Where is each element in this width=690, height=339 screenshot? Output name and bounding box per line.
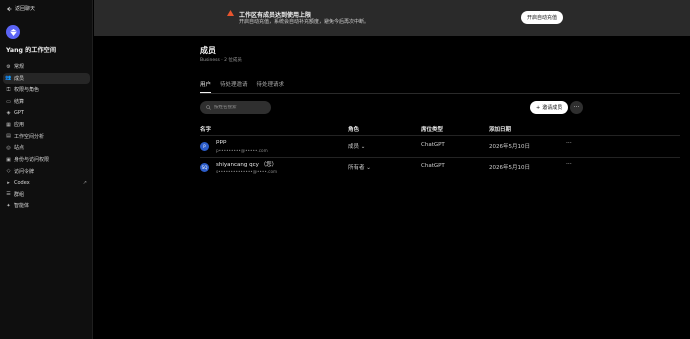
avatar: P [200,142,209,151]
sidebar-item-label: GPT [14,110,24,117]
header-date[interactable]: 添加日期 [489,125,511,133]
tab-pending-invites[interactable]: 待处理邀请 [220,80,248,93]
sidebar-item-label: 访问令牌 [14,168,35,175]
sidebar-item-agent[interactable]: ✦ 智能体 [0,200,93,212]
row-more-button[interactable]: ··· [566,140,572,147]
row-more-button[interactable]: ··· [566,161,572,168]
users-icon: 👥 [5,75,12,82]
sidebar-item-terminal[interactable]: ▸ Codex ↗ [0,177,93,189]
sidebar-item-label: 智能体 [14,203,30,210]
role-dropdown[interactable]: 所有者 ⌄ [348,163,371,171]
sidebar-item-label: Codex [14,179,30,186]
back-label: 返回聊天 [15,6,36,12]
tab-pending-requests[interactable]: 待处理请求 [257,80,285,93]
role-label: 成员 [348,144,360,150]
role-dropdown[interactable]: 成员 ⌄ [348,142,365,150]
cube-icon: ◈ [6,110,11,117]
sidebar-item-gear[interactable]: ⚙ 常规 [0,61,93,73]
sidebar-item-token[interactable]: ◇ 访问令牌 [0,165,93,177]
date-added: 2026年5月10日 [489,144,530,150]
row-divider [200,157,680,158]
seat-type: ChatGPT [421,163,445,169]
header-role[interactable]: 角色 [348,125,359,133]
search-icon [206,105,211,110]
banner-subtitle: 开启自动充值，系统会自动补充额度，避免今后再次中断。 [239,19,370,25]
plus-icon: + [536,104,541,111]
avatar: SQ [200,163,209,172]
workspace-logo-icon [6,25,20,39]
sidebar-item-users[interactable]: 👥 成员 [3,72,90,85]
search-input[interactable] [214,105,269,110]
invite-member-button[interactable]: + 邀请成员 [530,101,569,114]
sidebar-item-group[interactable]: ☰ 群组 [0,189,93,201]
sidebar-item-grid[interactable]: ▦ 应用 [0,119,93,131]
chevron-down-icon: ⌄ [360,144,366,150]
sidebar-item-globe[interactable]: ◎ 站点 [0,142,93,154]
member-email: s••••••••••••••@••••.com [216,169,278,174]
chart-icon: ▤ [6,133,11,140]
agent-icon: ✦ [6,202,11,209]
more-options-button[interactable]: ··· [570,101,583,114]
sidebar-item-label: 常规 [14,64,25,71]
role-label: 所有者 [348,165,365,171]
sidebar: 返回聊天 Yang 的工作空间 ⚙ 常规 👥 成员 ⚿ 权限与角色 ▭ 结算 ◈ GPT ▦ 应用 ▤ 工… [0,0,93,339]
sidebar-item-label: 身份与访问权限 [14,157,50,164]
tab-users[interactable]: 用户 [200,80,212,93]
usage-limit-banner: 工作区有成员达到使用上限 开启自动充值，系统会自动补充额度，避免今后再次中断。 … [94,0,690,36]
table-row: SQ shiyancang qcy （您） s••••••••••••••@••… [200,159,680,178]
workspace-name: Yang 的工作空间 [6,47,57,54]
back-to-chat-link[interactable]: 返回聊天 [6,5,35,12]
invite-label: 邀请成员 [542,105,563,111]
enable-auto-recharge-button[interactable]: 开启自动充值 [521,11,564,24]
member-name: shiyancang qcy （您） [216,162,278,168]
sidebar-item-cube[interactable]: ◈ GPT [0,107,93,119]
member-email: p•••••••••@•••••.com [216,148,268,153]
grid-icon: ▦ [6,121,11,128]
key-icon: ⚿ [6,86,11,93]
tabs-divider [200,93,680,94]
seat-type: ChatGPT [421,142,445,148]
member-tabs: 用户 待处理邀请 待处理请求 [200,80,284,93]
sidebar-item-label: 群组 [14,191,25,198]
sidebar-item-label: 权限与角色 [14,87,40,94]
gear-icon: ⚙ [6,63,11,70]
sidebar-item-key[interactable]: ⚿ 权限与角色 [0,84,93,96]
terminal-icon: ▸ [7,179,10,186]
sidebar-item-card[interactable]: ▭ 结算 [0,96,93,108]
member-name: ppp [216,139,227,145]
sidebar-item-id[interactable]: ▣ 身份与访问权限 [0,154,93,166]
sidebar-item-label: 结算 [14,99,25,106]
date-added: 2026年5月10日 [489,165,530,171]
external-link-icon: ↗ [82,179,87,186]
token-icon: ◇ [6,168,11,175]
sidebar-item-label: 工作空间分析 [14,133,45,140]
arrow-left-icon [6,6,12,11]
sidebar-item-label: 站点 [14,145,25,152]
id-icon: ▣ [6,156,11,163]
sidebar-nav: ⚙ 常规 👥 成员 ⚿ 权限与角色 ▭ 结算 ◈ GPT ▦ 应用 ▤ 工作空间分析 ◎ 站点 ▣ 身份与访问权限… [0,61,93,212]
chevron-down-icon: ⌄ [366,165,371,171]
group-icon: ☰ [6,191,11,198]
header-seat[interactable]: 席位类型 [421,125,443,133]
table-row: P ppp p•••••••••@•••••.com 成员 ⌄ ChatGPT … [200,138,680,157]
header-name[interactable]: 名字 [200,125,211,133]
globe-icon: ◎ [6,144,11,151]
search-box[interactable] [200,101,271,114]
page-subtitle: Business · 2 位成员 [200,58,242,63]
page-title: 成员 [200,46,216,55]
main-panel: 成员 Business · 2 位成员 用户 待处理邀请 待处理请求 + 邀请成… [94,36,690,339]
sidebar-item-label: 成员 [14,75,25,82]
header-divider [200,135,680,136]
sidebar-item-chart[interactable]: ▤ 工作空间分析 [0,131,93,143]
card-icon: ▭ [6,98,11,105]
warning-icon [227,10,234,16]
sidebar-item-label: 应用 [14,122,25,129]
